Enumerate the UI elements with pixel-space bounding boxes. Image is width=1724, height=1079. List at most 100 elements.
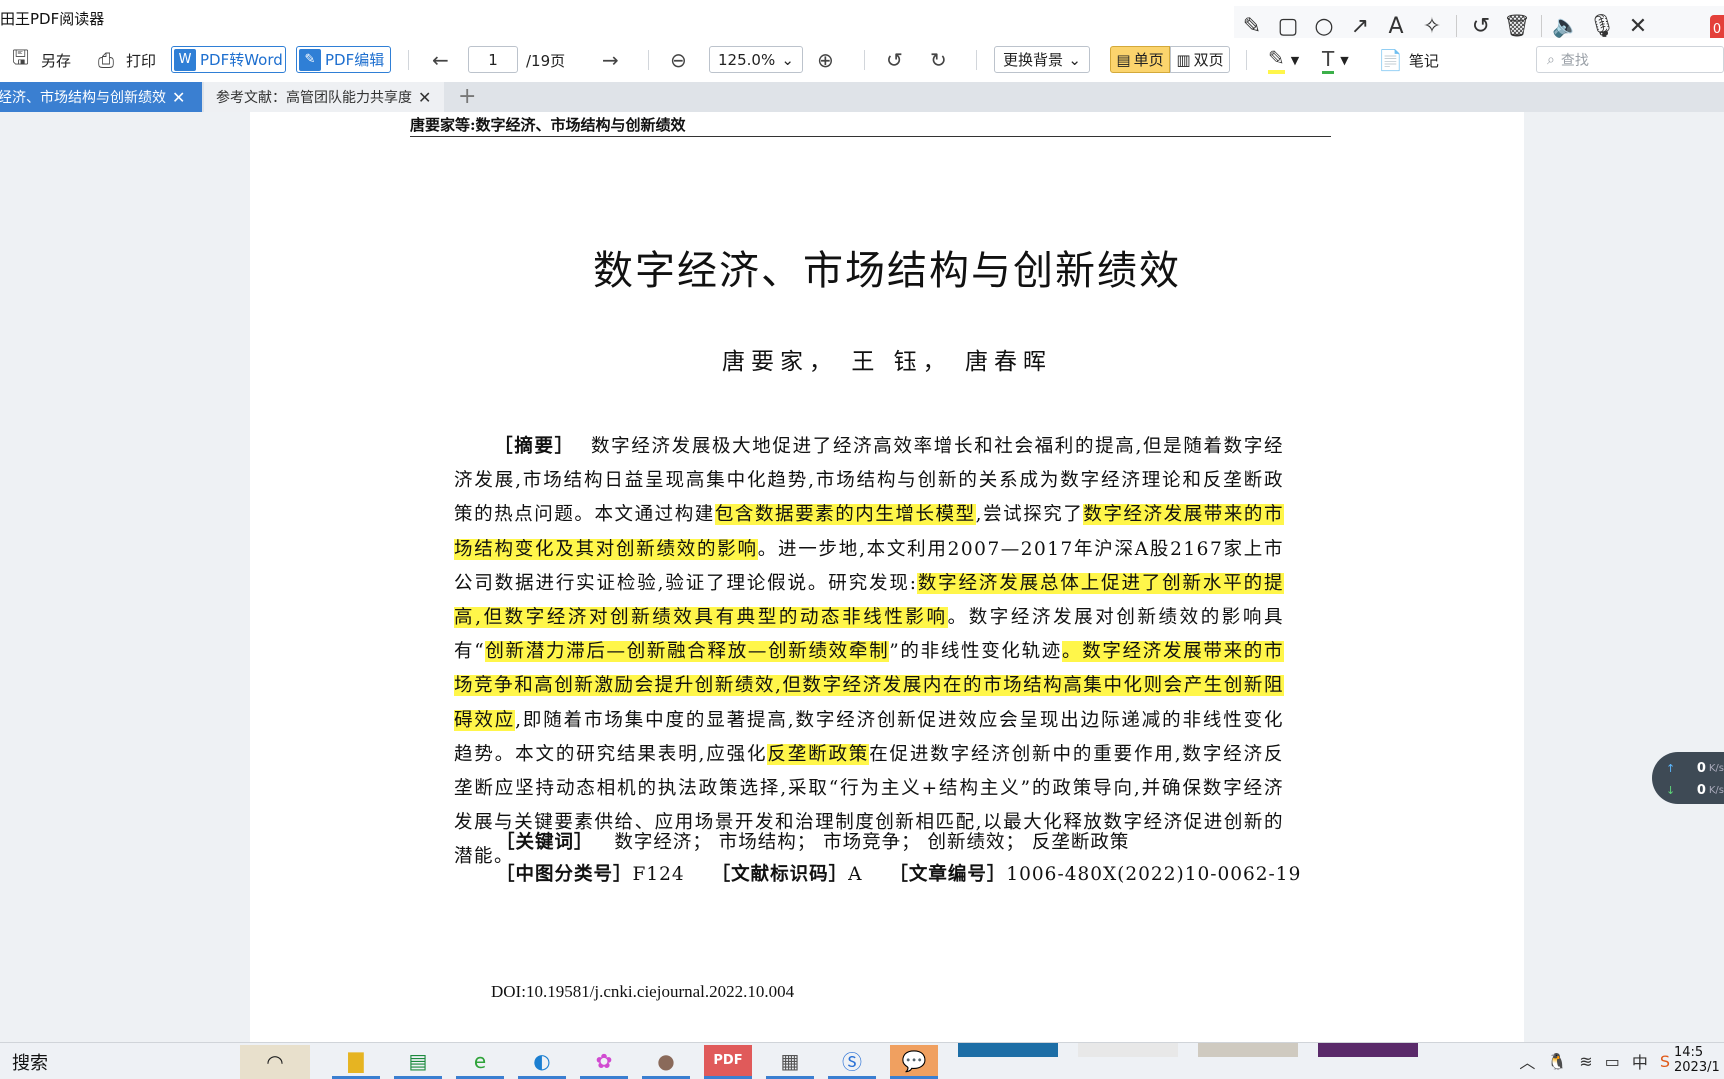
window-preview-thumb[interactable]	[1198, 1043, 1298, 1057]
arrow-left-icon: ←	[432, 48, 449, 72]
taskbar-app-pinwheel[interactable]: ✿	[580, 1045, 628, 1079]
edit-icon: ✎	[299, 48, 321, 71]
divider	[864, 50, 865, 70]
taskbar-app-notes[interactable]: ▤	[394, 1045, 442, 1079]
text-color-button[interactable]: T ▼	[1322, 38, 1349, 82]
single-page-label: 单页	[1133, 51, 1164, 69]
highlighted-text: 反垄断政策	[767, 743, 870, 765]
divider	[408, 50, 409, 70]
tab-reference-document[interactable]: 参考文献：高管团队能力共享度 ✕	[204, 82, 444, 112]
doc-code-label: ［文献标识码］	[711, 864, 849, 885]
tab-label: 参考文献：高管团队能力共享度	[216, 90, 412, 106]
window-preview-thumb[interactable]	[958, 1043, 1058, 1057]
paper-authors: 唐要家， 王 钰， 唐春晖	[722, 349, 1052, 375]
clc-value: F124	[632, 864, 685, 885]
taskbar-app-browser[interactable]: e	[456, 1045, 504, 1079]
search-icon: ⌕	[1547, 51, 1555, 68]
print-label: 打印	[126, 51, 157, 70]
printer-icon: ⎙	[98, 48, 114, 72]
window-preview-thumb[interactable]	[1318, 1043, 1418, 1057]
folder-icon: ▇	[348, 1048, 364, 1073]
ime-icon[interactable]: 中	[1632, 1049, 1648, 1073]
pdf-edit-button[interactable]: ✎ PDF编辑	[296, 46, 391, 73]
zoom-out-button[interactable]: ⊖	[670, 38, 687, 82]
sogou-input-icon[interactable]: S	[1660, 1052, 1670, 1071]
zoom-in-icon: ⊕	[817, 48, 834, 72]
taskbar-app-explorer[interactable]: ▇	[332, 1045, 380, 1079]
running-head: 唐要家等:数字经济、市场结构与创新绩效	[410, 116, 686, 134]
background-select[interactable]: 更换背景 ⌄	[994, 46, 1090, 73]
page-total: /19页	[526, 51, 566, 70]
wifi-icon[interactable]: ≋	[1579, 1052, 1592, 1071]
single-page-button[interactable]: ▤ 单页	[1110, 46, 1170, 73]
page-number-input[interactable]: 1	[468, 46, 518, 73]
clock-time: 14:5	[1674, 1045, 1704, 1060]
zoom-value: 125.0%	[718, 50, 776, 69]
close-icon[interactable]: ✕	[418, 88, 431, 107]
browser-e-icon: e	[473, 1048, 487, 1073]
widget-thumbnail[interactable]: ◠	[240, 1045, 310, 1079]
chevron-down-icon: ⌄	[1068, 50, 1081, 69]
taskbar-app-photo[interactable]: ●	[642, 1045, 690, 1079]
zoom-select[interactable]: 125.0% ⌄	[709, 46, 803, 73]
document-viewport[interactable]: 唐要家等:数字经济、市场结构与创新绩效 数字经济、市场结构与创新绩效 唐要家， …	[0, 112, 1724, 1042]
word-icon: W	[174, 48, 196, 71]
keywords-line: ［关键词］ 数字经济； 市场结构； 市场竞争； 创新绩效； 反垄断政策	[496, 828, 1129, 854]
chevron-up-icon[interactable]: ︿	[1519, 1049, 1535, 1073]
add-tab-button[interactable]: +	[458, 84, 476, 109]
window-preview-thumb[interactable]	[1078, 1043, 1178, 1057]
rotate-left-button[interactable]: ↺	[886, 38, 903, 82]
clock-date: 2023/1	[1674, 1060, 1720, 1075]
title-bar: 田王PDF阅读器 ✎ ▢ ○ ↗ A ✧ ↺ 🗑 🔈 🎙 ✕ 0	[0, 0, 1724, 46]
abstract-text: ,尝试探究了	[975, 504, 1084, 526]
article-no-label: ［文章编号］	[889, 864, 1007, 885]
save-as-label: 另存	[41, 51, 72, 70]
keywords-label: ［关键词］	[496, 832, 594, 853]
taskbar-app-pdf-reader[interactable]: PDF	[704, 1045, 752, 1079]
chevron-down-icon: ▼	[1340, 53, 1349, 67]
pdf-icon: PDF	[713, 1053, 743, 1068]
qq-icon[interactable]: 🐧	[1547, 1052, 1567, 1071]
text-color-icon: T	[1322, 47, 1335, 74]
search-input[interactable]: ⌕ 查找	[1536, 46, 1724, 73]
article-no-value: 1006-480X(2022)10-0062-19	[1006, 864, 1302, 885]
taskbar-app-calculator[interactable]: ▦	[766, 1045, 814, 1079]
arrow-up-icon: ↑	[1666, 761, 1676, 775]
close-icon[interactable]: ✕	[172, 88, 185, 107]
highlighted-text: 创新潜力滞后—创新融合释放—创新绩效牵制	[485, 641, 890, 663]
abstract-text: ”的非线性变化轨迹	[889, 641, 1063, 663]
prev-page-button[interactable]: ←	[432, 38, 449, 82]
highlight-tool-button[interactable]: ✎ ▼	[1268, 38, 1299, 82]
download-speed: ↓ 0 K/s	[1666, 780, 1724, 800]
print-button[interactable]: ⎙ 打印	[98, 38, 156, 82]
next-page-button[interactable]: →	[602, 38, 619, 82]
taskbar-app-sogou[interactable]: Ⓢ	[828, 1045, 876, 1079]
save-icon: 🖫	[12, 45, 30, 69]
taskbar-app-edge[interactable]: ◐	[518, 1045, 566, 1079]
save-as-button[interactable]: 🖫 另存	[12, 38, 71, 82]
taskbar: 搜索 ◠ ▇ ▤ e ◐ ✿ ● PDF ▦ Ⓢ 💬 ︿ 🐧 ≋ ▭ 中 S 1…	[0, 1042, 1724, 1079]
system-clock[interactable]: 14:5 2023/1	[1674, 1045, 1724, 1075]
pdf-to-word-button[interactable]: W PDF转Word	[171, 46, 286, 73]
rotate-left-icon: ↺	[886, 48, 903, 72]
zoom-in-button[interactable]: ⊕	[817, 38, 834, 82]
taskbar-search[interactable]: 搜索	[12, 1049, 48, 1075]
header-rule	[410, 136, 1331, 137]
abstract-paragraph: ［摘要］ 数字经济发展极大地促进了经济高效率增长和社会福利的提高,但是随着数字经济…	[454, 430, 1284, 875]
double-page-button[interactable]: ▥ 双页	[1170, 46, 1230, 73]
classification-line: ［中图分类号］F124 ［文献标识码］A ［文章编号］1006-480X(202…	[496, 860, 1301, 886]
highlighter-icon: ✎	[1268, 46, 1285, 74]
grid-icon: ▦	[780, 1048, 800, 1073]
divider	[1456, 15, 1457, 37]
divider	[976, 50, 977, 70]
pdf-edit-label: PDF编辑	[325, 51, 385, 69]
taskbar-app-wechat[interactable]: 💬	[890, 1045, 938, 1079]
rotate-right-button[interactable]: ↻	[930, 38, 947, 82]
tab-current-document[interactable]: 经济、市场结构与创新绩效 ✕	[0, 82, 202, 112]
battery-icon[interactable]: ▭	[1605, 1052, 1620, 1071]
background-label: 更换背景	[1003, 51, 1064, 69]
notes-button[interactable]: 📄 笔记	[1378, 38, 1439, 82]
highlighted-text: 包含数据要素的内生增长模型	[714, 504, 976, 526]
person-photo-icon: ●	[657, 1048, 675, 1073]
arrow-down-icon: ↓	[1666, 783, 1676, 797]
